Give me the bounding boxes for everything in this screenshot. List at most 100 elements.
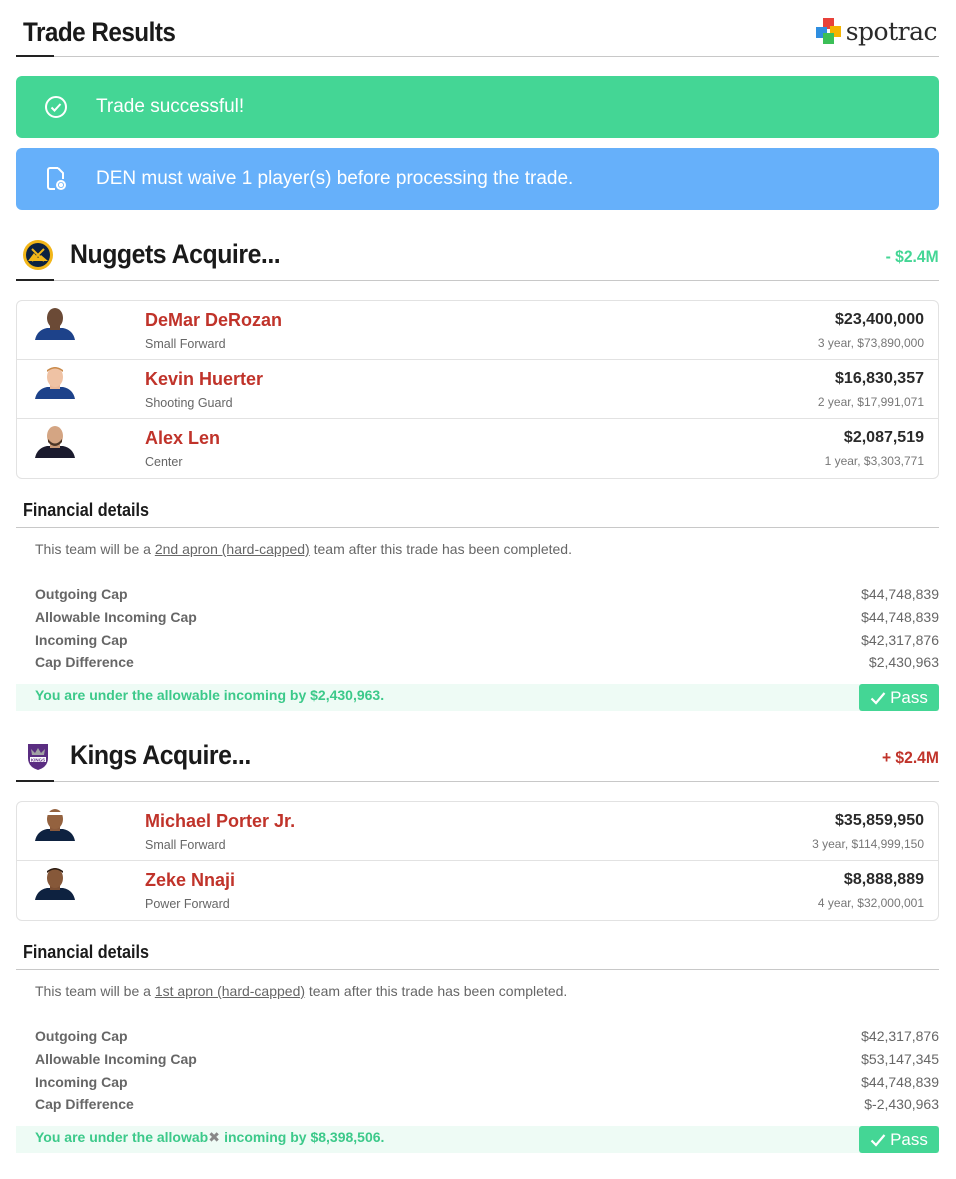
success-alert-text: Trade successful! — [96, 96, 245, 117]
financial-row: Incoming Cap $44,748,839 — [35, 1070, 939, 1093]
player-name[interactable]: Kevin Huerter — [145, 369, 263, 390]
player-position: Small Forward — [145, 838, 226, 852]
info-alert-text: DEN must waive 1 player(s) before proces… — [96, 168, 574, 189]
success-alert: Trade successful! — [16, 76, 939, 138]
financial-value: $44,748,839 — [861, 609, 939, 626]
player-avatar — [33, 306, 77, 340]
player-name[interactable]: DeMar DeRozan — [145, 310, 282, 331]
verdict-bar: You are under the allowab✖ incoming by $… — [16, 1126, 939, 1153]
verdict-message: You are under the allowable incoming by … — [35, 687, 385, 703]
pass-badge: Pass — [859, 684, 939, 711]
financial-value: $44,748,839 — [861, 1073, 939, 1090]
financial-value: $42,317,876 — [861, 631, 939, 648]
financial-label: Outgoing Cap — [35, 586, 128, 603]
player-row[interactable]: Michael Porter Jr. Small Forward $35,859… — [17, 802, 938, 861]
player-row[interactable]: Alex Len Center $2,087,519 1 year, $3,30… — [17, 419, 938, 478]
financial-label: Allowable Incoming Cap — [35, 609, 197, 626]
verdict-message-end: incoming by $8,398,506. — [220, 1129, 385, 1145]
apron-link[interactable]: 2nd apron (hard-capped) — [155, 541, 310, 557]
apron-note-suffix: team after this trade has been completed… — [305, 983, 568, 999]
financial-row: Cap Difference $-2,430,963 — [35, 1093, 939, 1116]
player-salary: $16,830,357 — [835, 370, 924, 387]
page-header: Trade Results spotrac — [16, 0, 939, 57]
financial-details-title: Financial details — [23, 500, 150, 520]
financial-row: Outgoing Cap $44,748,839 — [35, 583, 939, 606]
header-accent-line — [16, 55, 54, 57]
verdict-message: You are under the allowab✖ incoming by $… — [35, 1129, 384, 1146]
team-title: Nuggets Acquire... — [70, 239, 281, 269]
player-position: Center — [145, 455, 183, 469]
player-contract: 1 year, $3,303,771 — [824, 454, 924, 468]
player-position: Small Forward — [145, 337, 226, 351]
verdict-bar: You are under the allowable incoming by … — [16, 684, 939, 711]
player-position: Shooting Guard — [145, 396, 233, 410]
player-contract: 4 year, $32,000,001 — [817, 896, 924, 910]
svg-text:KINGS: KINGS — [31, 757, 45, 762]
team-header-accent — [16, 780, 54, 782]
player-avatar — [33, 866, 77, 900]
spotrac-wordmark: spotrac — [845, 16, 938, 46]
document-icon — [16, 166, 96, 192]
financial-value: $2,430,963 — [868, 654, 939, 671]
player-salary: $23,400,000 — [835, 311, 924, 328]
financial-value: $53,147,345 — [861, 1051, 939, 1068]
player-avatar — [33, 424, 77, 458]
financial-rows: Outgoing Cap $42,317,876 Allowable Incomi… — [35, 1025, 939, 1116]
player-salary: $35,859,950 — [835, 812, 924, 829]
financial-label: Incoming Cap — [35, 1073, 128, 1090]
kings-logo-icon: KINGS — [22, 740, 54, 772]
player-avatar — [33, 807, 77, 841]
check-circle-icon — [16, 95, 96, 119]
player-row[interactable]: DeMar DeRozan Small Forward $23,400,000 … — [17, 301, 938, 360]
financial-row: Allowable Incoming Cap $53,147,345 — [35, 1048, 939, 1071]
team-header-accent — [16, 279, 54, 281]
player-name[interactable]: Michael Porter Jr. — [145, 811, 295, 832]
apron-note: This team will be a 1st apron (hard-capp… — [35, 983, 567, 999]
financial-label: Cap Difference — [35, 1096, 134, 1113]
team-header-kings: KINGS Kings Acquire... + $2.4M — [16, 740, 939, 782]
cursor-icon: ✖ — [208, 1129, 220, 1145]
financial-label: Allowable Incoming Cap — [35, 1051, 197, 1068]
apron-note: This team will be a 2nd apron (hard-capp… — [35, 541, 572, 557]
financial-label: Cap Difference — [35, 654, 134, 671]
player-contract: 2 year, $17,991,071 — [817, 395, 924, 409]
player-salary: $2,087,519 — [843, 429, 924, 446]
financial-label: Outgoing Cap — [35, 1028, 128, 1045]
player-avatar — [33, 365, 77, 399]
financial-details-heading: Financial details — [16, 500, 939, 528]
player-contract: 3 year, $73,890,000 — [817, 336, 924, 350]
spotrac-logo[interactable]: spotrac — [815, 16, 938, 46]
financial-row: Cap Difference $2,430,963 — [35, 651, 939, 674]
player-contract: 3 year, $114,999,150 — [812, 837, 924, 851]
financial-details-title: Financial details — [23, 942, 150, 962]
nuggets-logo-icon — [22, 239, 54, 271]
cap-delta-badge: - $2.4M — [885, 247, 939, 266]
financial-value: $44,748,839 — [861, 586, 939, 603]
info-alert: DEN must waive 1 player(s) before proces… — [16, 148, 939, 210]
apron-note-prefix: This team will be a — [35, 541, 155, 557]
financial-value: $42,317,876 — [861, 1028, 939, 1045]
player-name[interactable]: Alex Len — [145, 428, 220, 449]
cap-delta-badge: + $2.4M — [882, 748, 939, 767]
player-position: Power Forward — [145, 897, 230, 911]
verdict-message-start: You are under the allowab — [35, 1129, 209, 1145]
apron-link[interactable]: 1st apron (hard-capped) — [155, 983, 305, 999]
financial-row: Outgoing Cap $42,317,876 — [35, 1025, 939, 1048]
pass-label: Pass — [890, 1129, 928, 1149]
check-icon — [870, 691, 886, 705]
team-header-nuggets: Nuggets Acquire... - $2.4M — [16, 239, 939, 281]
financial-rows: Outgoing Cap $44,748,839 Allowable Incomi… — [35, 583, 939, 674]
player-name[interactable]: Zeke Nnaji — [145, 870, 235, 891]
player-list-nuggets: DeMar DeRozan Small Forward $23,400,000 … — [16, 300, 939, 479]
player-row[interactable]: Zeke Nnaji Power Forward $8,888,889 4 ye… — [17, 861, 938, 920]
apron-note-suffix: team after this trade has been completed… — [309, 541, 572, 557]
player-row[interactable]: Kevin Huerter Shooting Guard $16,830,357… — [17, 360, 938, 419]
pass-label: Pass — [890, 687, 928, 707]
spotrac-logo-mark-icon — [815, 18, 842, 44]
player-salary: $8,888,889 — [843, 871, 924, 888]
pass-badge: Pass — [859, 1126, 939, 1153]
financial-label: Incoming Cap — [35, 631, 128, 648]
player-list-kings: Michael Porter Jr. Small Forward $35,859… — [16, 801, 939, 921]
financial-value: $-2,430,963 — [864, 1096, 939, 1113]
financial-details-heading: Financial details — [16, 942, 939, 970]
